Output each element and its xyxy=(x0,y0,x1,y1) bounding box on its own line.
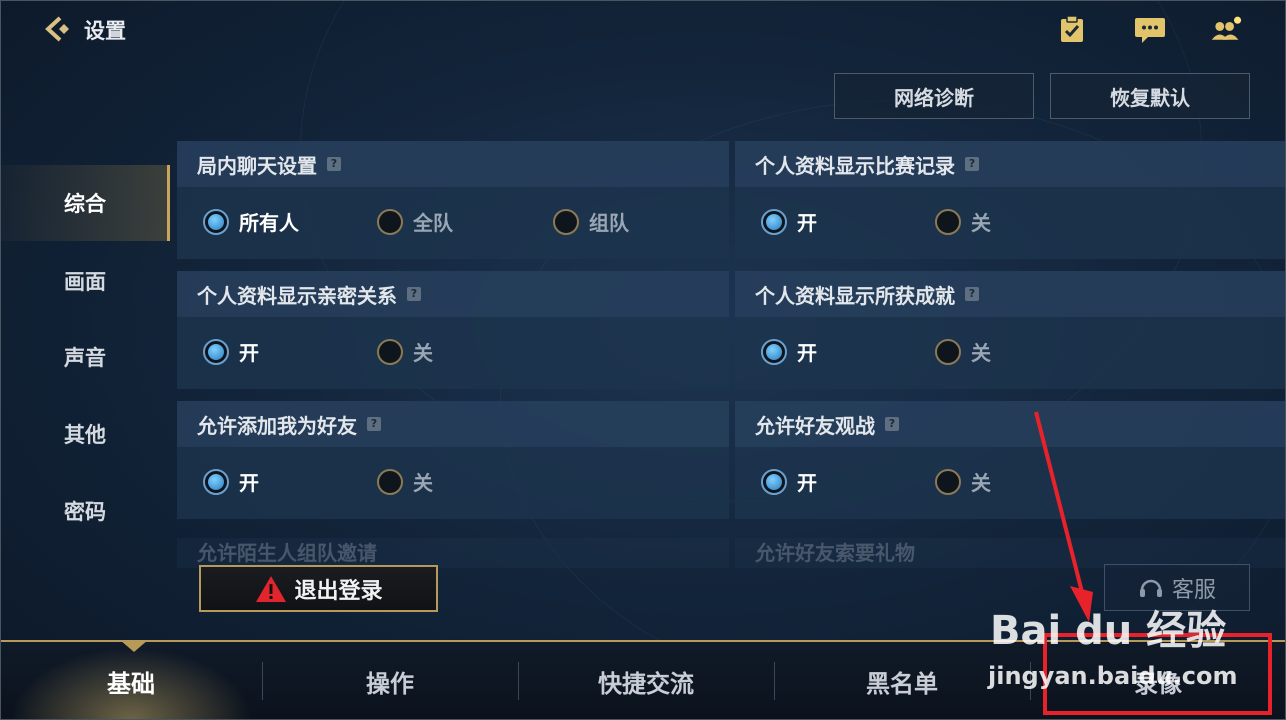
radio-selected-icon xyxy=(761,208,787,235)
setting-title: 局内聊天设置? xyxy=(177,141,729,187)
radio-unselected-icon xyxy=(935,338,961,365)
radio-option[interactable]: 关 xyxy=(935,207,991,236)
tab-quick-chat[interactable]: 快捷交流 xyxy=(518,642,774,720)
radio-option[interactable]: 关 xyxy=(935,337,991,366)
nav-item-general[interactable]: 综合 xyxy=(0,165,170,241)
radio-option[interactable]: 关 xyxy=(935,467,991,496)
setting-title: 允许好友观战? xyxy=(735,401,1286,447)
radio-selected-icon xyxy=(761,338,787,365)
help-icon[interactable]: ? xyxy=(367,417,381,431)
logout-button[interactable]: 退出登录 xyxy=(199,565,438,612)
radio-unselected-icon xyxy=(553,208,579,235)
radio-option[interactable]: 所有人 xyxy=(203,207,299,236)
warning-icon xyxy=(256,575,287,602)
radio-selected-icon xyxy=(761,468,787,495)
friends-button[interactable] xyxy=(1210,14,1242,46)
radio-option[interactable]: 开 xyxy=(203,337,259,366)
setting-panel-intimacy: 个人资料显示亲密关系? 开 关 xyxy=(177,271,729,389)
setting-panel-stranger-invite: 允许陌生人组队邀请 xyxy=(177,538,729,568)
radio-unselected-icon xyxy=(377,338,403,365)
setting-title: 个人资料显示所获成就? xyxy=(735,271,1286,317)
headset-icon xyxy=(1139,579,1162,597)
nav-item-password[interactable]: 密码 xyxy=(0,473,170,549)
radio-option[interactable]: 全队 xyxy=(377,207,453,236)
chat-button[interactable] xyxy=(1134,14,1166,46)
friends-icon xyxy=(1211,16,1242,40)
checklist-button[interactable] xyxy=(1056,14,1088,46)
page-title: 设置 xyxy=(84,19,126,43)
tab-controls[interactable]: 操作 xyxy=(262,642,518,720)
help-icon[interactable]: ? xyxy=(965,157,979,171)
radio-selected-icon xyxy=(203,468,229,495)
help-icon[interactable]: ? xyxy=(327,157,341,171)
chat-icon xyxy=(1135,18,1165,43)
back-button[interactable] xyxy=(36,12,76,46)
setting-panel-match-record: 个人资料显示比赛记录? 开 关 xyxy=(735,141,1286,259)
help-icon[interactable]: ? xyxy=(407,287,421,301)
radio-unselected-icon xyxy=(377,208,403,235)
radio-option[interactable]: 开 xyxy=(761,207,817,236)
back-arrow-icon xyxy=(45,16,69,42)
radio-option[interactable]: 开 xyxy=(761,337,817,366)
radio-unselected-icon xyxy=(935,468,961,495)
nav-item-display[interactable]: 画面 xyxy=(0,243,170,319)
nav-item-sound[interactable]: 声音 xyxy=(0,319,170,395)
radio-option[interactable]: 组队 xyxy=(553,207,629,236)
radio-option[interactable]: 关 xyxy=(377,467,433,496)
radio-selected-icon xyxy=(203,338,229,365)
radio-option[interactable]: 开 xyxy=(203,467,259,496)
network-diagnosis-button[interactable]: 网络诊断 xyxy=(834,73,1034,119)
radio-unselected-icon xyxy=(935,208,961,235)
tab-basic[interactable]: 基础 xyxy=(0,642,262,720)
setting-title: 允许添加我为好友? xyxy=(177,401,729,447)
radio-option[interactable]: 开 xyxy=(761,467,817,496)
help-icon[interactable]: ? xyxy=(885,417,899,431)
checklist-icon xyxy=(1061,16,1083,42)
nav-item-other[interactable]: 其他 xyxy=(0,396,170,472)
setting-panel-achievements: 个人资料显示所获成就? 开 关 xyxy=(735,271,1286,389)
setting-panel-spectate: 允许好友观战? 开 关 xyxy=(735,401,1286,519)
radio-selected-icon xyxy=(203,208,229,235)
setting-panel-add-friend: 允许添加我为好友? 开 关 xyxy=(177,401,729,519)
restore-default-button[interactable]: 恢复默认 xyxy=(1050,73,1250,119)
setting-title: 个人资料显示亲密关系? xyxy=(177,271,729,317)
help-icon[interactable]: ? xyxy=(965,287,979,301)
radio-option[interactable]: 关 xyxy=(377,337,433,366)
setting-panel-chat: 局内聊天设置? 所有人 全队 组队 xyxy=(177,141,729,259)
watermark-brand: Bai du 经验 xyxy=(990,608,1227,654)
radio-unselected-icon xyxy=(377,468,403,495)
setting-title: 个人资料显示比赛记录? xyxy=(735,141,1286,187)
watermark-url: jingyan.baidu.com xyxy=(988,662,1238,690)
